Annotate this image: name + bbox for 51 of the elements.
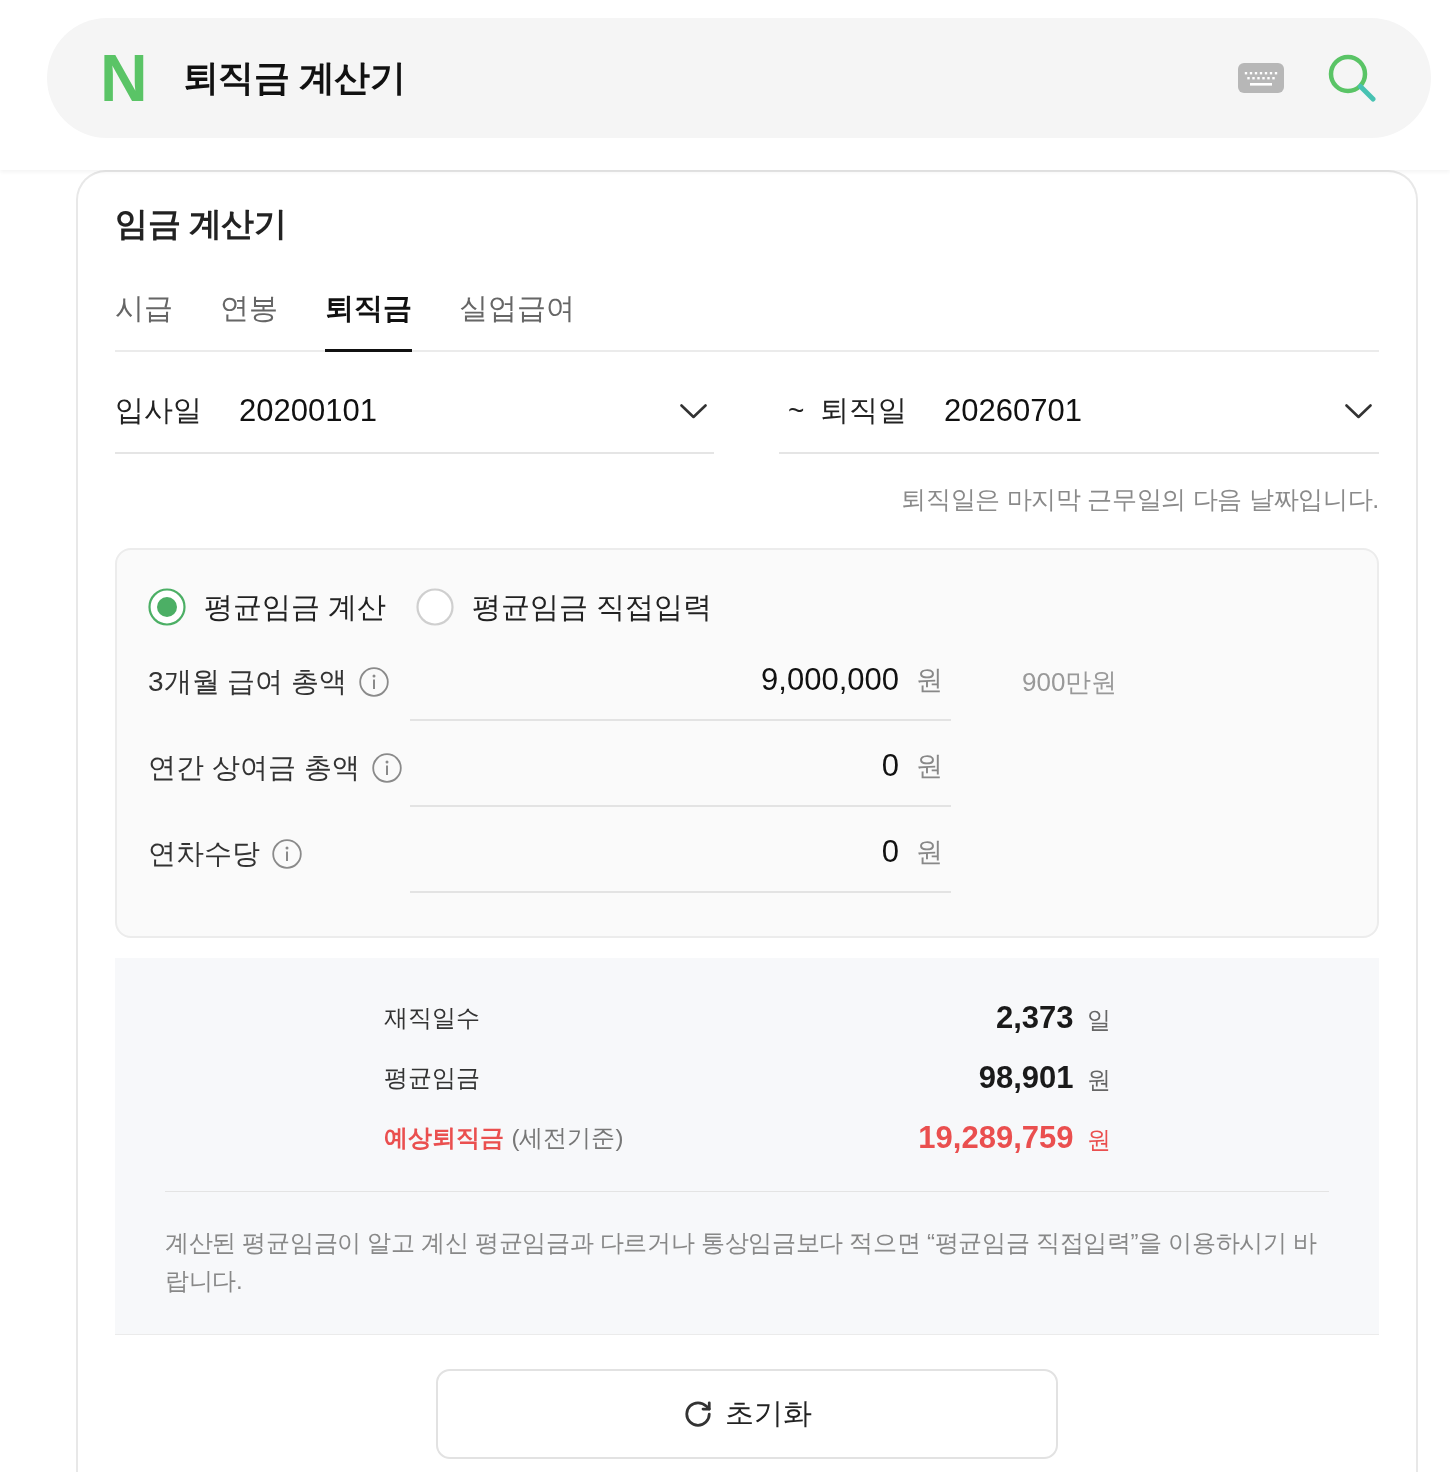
tilde-separator: ~ bbox=[788, 395, 806, 427]
result-label: 예상퇴직금 bbox=[383, 1123, 504, 1153]
calculator-title: 임금 계산기 bbox=[115, 204, 288, 244]
unit-label: 원 bbox=[916, 836, 943, 869]
keyboard-icon[interactable] bbox=[1238, 63, 1284, 93]
amount-value: 0 bbox=[881, 748, 899, 784]
input-label: 연간 상여금 총액 bbox=[148, 751, 360, 785]
amount-field[interactable]: 0 원 bbox=[410, 721, 951, 807]
tab[interactable]: 퇴직금 bbox=[325, 266, 412, 352]
chevron-down-icon[interactable] bbox=[1345, 403, 1372, 419]
notice-text: 계산된 평균임금이 알고 계신 평균임금과 다르거나 통상임금보다 적으면 “평균임금 직접입력”을 이용하시기 바랍니다. bbox=[165, 1228, 1318, 1296]
radio-icon[interactable] bbox=[416, 588, 455, 626]
date-field[interactable]: 입사일 20200101 bbox=[115, 352, 714, 454]
date-field[interactable]: ~ 퇴직일 20260701 bbox=[779, 352, 1379, 454]
info-icon[interactable] bbox=[359, 667, 390, 697]
result-unit: 원 bbox=[1086, 1065, 1111, 1095]
tab[interactable]: 실업급여 bbox=[459, 266, 575, 352]
search-icon[interactable] bbox=[1327, 54, 1377, 102]
result-value: 98,901 bbox=[978, 1060, 1074, 1096]
search-input[interactable]: 퇴직금 계산기 bbox=[182, 53, 1238, 103]
result-label: 평균임금 bbox=[383, 1063, 480, 1093]
amount-field[interactable]: 9,000,000 원 bbox=[410, 635, 951, 721]
result-value: 2,373 bbox=[995, 1000, 1074, 1036]
amount-field[interactable]: 0 원 bbox=[410, 807, 951, 893]
result-value: 19,289,759 bbox=[918, 1120, 1074, 1156]
tab[interactable]: 시급 bbox=[115, 266, 173, 352]
chevron-down-icon[interactable] bbox=[680, 403, 707, 419]
date-hint: 퇴직일은 마지막 근무일의 다음 날짜입니다. bbox=[900, 484, 1379, 515]
result-unit: 일 bbox=[1086, 1005, 1111, 1035]
unit-label: 원 bbox=[916, 750, 943, 783]
date-label: 입사일 bbox=[115, 393, 203, 428]
radio-option[interactable]: 평균임금 계산 bbox=[148, 587, 387, 627]
unit-label: 원 bbox=[916, 664, 943, 697]
date-value: 20260701 bbox=[944, 393, 1083, 429]
amount-value: 9,000,000 bbox=[761, 662, 899, 698]
radio-option[interactable]: 평균임금 직접입력 bbox=[416, 587, 713, 627]
info-icon[interactable] bbox=[272, 839, 302, 869]
input-label: 3개월 급여 총액 bbox=[148, 665, 348, 699]
result-unit: 원 bbox=[1086, 1125, 1111, 1155]
amount-reading: 900만원 bbox=[1022, 665, 1119, 699]
amount-value: 0 bbox=[881, 834, 899, 870]
date-label: 퇴직일 bbox=[820, 393, 908, 428]
refresh-icon bbox=[682, 1399, 713, 1429]
tab[interactable]: 연봉 bbox=[220, 266, 278, 352]
radio-icon[interactable] bbox=[148, 588, 186, 626]
date-value: 20200101 bbox=[239, 393, 378, 429]
result-label: 재직일수 bbox=[383, 1003, 480, 1033]
info-icon[interactable] bbox=[371, 753, 402, 783]
input-label: 연차수당 bbox=[148, 837, 260, 871]
reset-button[interactable]: 초기화 bbox=[436, 1369, 1058, 1459]
result-note: (세전기준) bbox=[511, 1123, 624, 1153]
